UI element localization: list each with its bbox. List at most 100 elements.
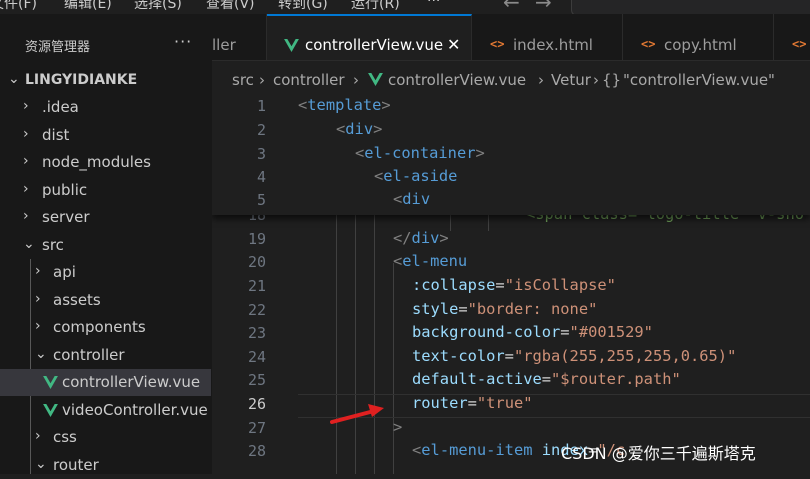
menu-more[interactable]: ···	[427, 0, 440, 9]
tree-label: videoController.vue	[62, 401, 208, 419]
chevron-down-icon: ⌄	[35, 456, 47, 472]
breadcrumb-file[interactable]: controllerView.vue	[388, 71, 526, 89]
breadcrumb-vetur[interactable]: Vetur	[551, 71, 591, 89]
chevron-right-icon: ›	[23, 126, 29, 142]
tree-item-router[interactable]: ⌄ router	[0, 452, 211, 479]
tree-label: api	[53, 263, 76, 281]
vue-file-icon	[368, 73, 383, 86]
chevron-right-icon: ›	[35, 291, 41, 307]
line-number: 4	[256, 168, 266, 186]
chevron-right-icon: ›	[35, 428, 41, 444]
back-arrow-icon[interactable]: ←	[503, 0, 520, 14]
braces-icon: {}	[602, 71, 622, 89]
forward-arrow-icon[interactable]: →	[535, 0, 552, 14]
tab-copy-html[interactable]: <> copy.html	[623, 14, 774, 60]
code-line-2: <div>	[336, 120, 383, 138]
indent-guide	[374, 211, 375, 474]
chevron-right-icon: ›	[35, 263, 41, 279]
code-line-22: style="border: none"	[412, 300, 598, 318]
tree-label: assets	[53, 291, 101, 309]
chevron-right-icon: ›	[23, 98, 29, 114]
breadcrumb-controller[interactable]: controller	[273, 71, 345, 89]
tree-label: components	[53, 318, 146, 336]
tab-label: copy.html	[664, 36, 737, 54]
tree-item-idea[interactable]: › .idea	[0, 94, 211, 121]
tab-overflow[interactable]: <>	[774, 14, 810, 60]
vue-file-icon	[43, 404, 58, 417]
tree-item-assets[interactable]: › assets	[0, 287, 211, 314]
tree-item-css[interactable]: › css	[0, 424, 211, 451]
chevron-right-icon: ›	[23, 181, 29, 197]
line-number: 21	[247, 277, 266, 295]
tree-label: css	[53, 428, 77, 446]
code-line-25: default-active="$router.path"	[412, 370, 681, 388]
line-number: 19	[247, 230, 266, 248]
line-number: 3	[256, 145, 266, 163]
menu-view[interactable]: 查看(V)	[206, 0, 255, 13]
tab-partial[interactable]: ller	[212, 14, 267, 60]
code-line-5: <div	[393, 190, 431, 208]
line-number: 1	[256, 97, 266, 115]
menu-run[interactable]: 运行(R)	[351, 0, 400, 13]
breadcrumb-symbol[interactable]: "controllerView.vue"	[623, 71, 775, 89]
indent-guide	[393, 263, 394, 474]
tree-item-src[interactable]: ⌄ src	[0, 232, 211, 259]
tree-label: .idea	[42, 98, 79, 116]
menu-bar: 文件(F) 编辑(E) 选择(S) 查看(V) 转到(G) 运行(R) ··· …	[0, 0, 810, 16]
breadcrumb-separator-icon: ›	[259, 71, 265, 89]
breadcrumb: src › controller › controllerView.vue › …	[212, 61, 810, 93]
chevron-right-icon: ›	[23, 153, 29, 169]
tree-label: server	[42, 208, 90, 226]
code-line-4: <el-aside	[374, 167, 458, 185]
tree-item-videocontroller[interactable]: videoController.vue	[0, 397, 211, 424]
menu-file[interactable]: 文件(F)	[0, 0, 37, 13]
tree-item-server[interactable]: › server	[0, 204, 211, 231]
menu-go[interactable]: 转到(G)	[278, 0, 328, 13]
tree-item-dist[interactable]: › dist	[0, 122, 211, 149]
line-number: 22	[247, 301, 266, 319]
menu-selection[interactable]: 选择(S)	[134, 0, 182, 13]
tree-item-components[interactable]: › components	[0, 314, 211, 341]
line-number-current: 26	[247, 395, 266, 413]
code-line-26: router="true"	[412, 394, 533, 412]
watermark: CSDN @爱你三千遍斯塔克	[561, 444, 756, 463]
tab-controllerview[interactable]: controllerView.vue ✕	[267, 14, 472, 60]
tree-item-node-modules[interactable]: › node_modules	[0, 149, 211, 176]
code-line-3: <el-container>	[355, 144, 485, 162]
tree-item-controller[interactable]: ⌄ controller	[0, 342, 211, 369]
tree-label: router	[53, 456, 99, 474]
line-number: 25	[247, 371, 266, 389]
tree-label: node_modules	[42, 153, 151, 171]
html-file-icon: <>	[490, 37, 505, 51]
tree-item-public[interactable]: › public	[0, 177, 211, 204]
code-line-21: :collapse="isCollapse"	[412, 276, 616, 294]
line-number: 5	[256, 191, 266, 209]
tab-label: controllerView.vue	[305, 36, 444, 54]
code-editor[interactable]: 1 2 3 4 5 <template> <div> <el-container…	[212, 93, 810, 474]
indent-guide	[336, 211, 337, 474]
line-number: 2	[256, 121, 266, 139]
tree-item-api[interactable]: › api	[0, 259, 211, 286]
more-actions-icon[interactable]: ···	[174, 32, 192, 51]
breadcrumb-separator-icon: ›	[593, 71, 599, 89]
breadcrumb-separator-icon: ›	[538, 71, 544, 89]
tab-label: ller	[212, 36, 236, 54]
tree-label: controller	[53, 346, 125, 364]
menu-edit[interactable]: 编辑(E)	[64, 0, 112, 13]
editor-tab-bar: ller controllerView.vue ✕ <> index.html …	[212, 14, 810, 61]
code-line-23: background-color="#001529"	[412, 323, 653, 341]
annotation-arrow-icon	[330, 404, 384, 424]
tab-label: index.html	[513, 36, 593, 54]
close-icon[interactable]: ✕	[447, 35, 460, 54]
chevron-right-icon: ›	[23, 208, 29, 224]
tree-label: controllerView.vue	[62, 373, 201, 391]
breadcrumb-src[interactable]: src	[232, 71, 254, 89]
tab-index-html[interactable]: <> index.html	[472, 14, 623, 60]
line-number: 23	[247, 324, 266, 342]
chevron-down-icon: ⌄	[35, 346, 47, 362]
code-line-1: <template>	[298, 96, 391, 114]
tree-item-controllerview[interactable]: controllerView.vue	[0, 369, 211, 396]
tree-root-project[interactable]: ⌄ LINGYIDIANKE	[0, 67, 211, 94]
explorer-title: 资源管理器	[25, 40, 91, 55]
chevron-down-icon: ⌄	[8, 71, 20, 87]
